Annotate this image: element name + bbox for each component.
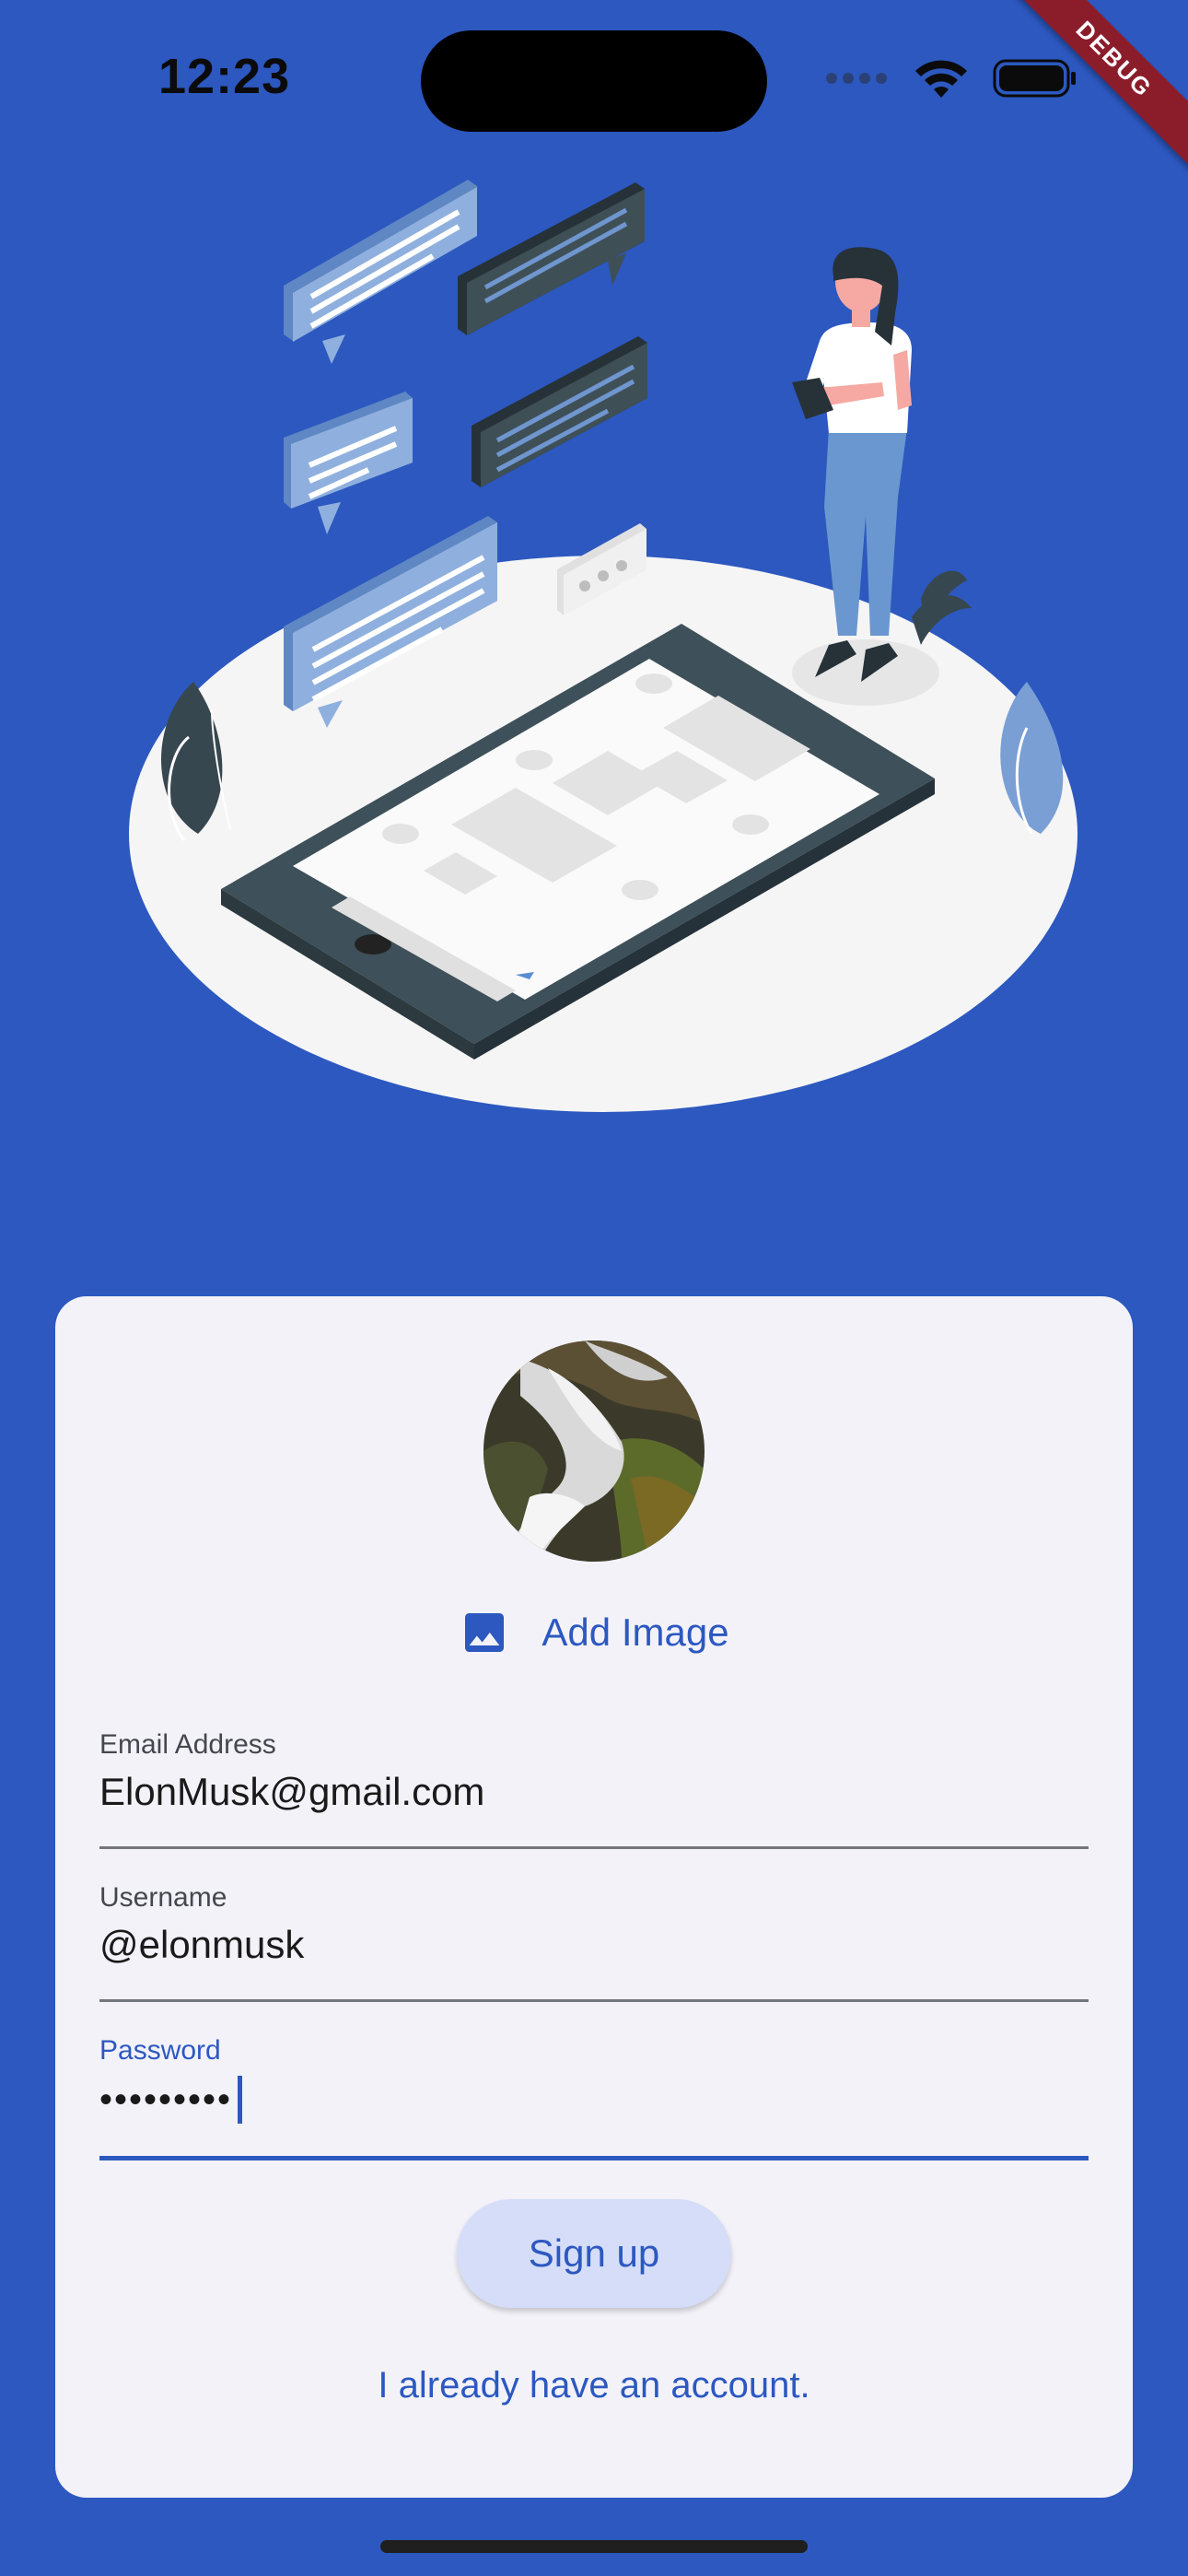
add-image-label: Add Image (542, 1610, 729, 1654)
chat-bubble-top-right (458, 182, 645, 335)
wifi-icon (915, 60, 967, 98)
text-cursor (238, 2076, 243, 2124)
chat-bubble-middle-right (472, 336, 647, 487)
signup-card: Add Image Email Address ElonMusk@gmail.c… (55, 1296, 1133, 2498)
status-time: 12:23 (158, 49, 291, 104)
email-value[interactable]: ElonMusk@gmail.com (99, 1770, 1089, 1814)
signup-button[interactable]: Sign up (457, 2199, 731, 2308)
dynamic-island (421, 30, 767, 132)
email-underline (99, 1846, 1089, 1849)
signal-dots-icon (826, 73, 887, 84)
password-input[interactable]: ••••••••• (99, 2076, 1089, 2124)
home-indicator[interactable] (380, 2540, 808, 2553)
username-label: Username (99, 1882, 227, 1913)
password-field[interactable]: Password ••••••••• (99, 2035, 1089, 2160)
username-underline (99, 1999, 1089, 2002)
password-label: Password (99, 2035, 221, 2066)
username-value[interactable]: @elonmusk (99, 1923, 1089, 1967)
avatar-waterfall-image (483, 1341, 705, 1562)
chat-bubble-middle-left (284, 392, 413, 534)
password-underline (99, 2156, 1089, 2160)
username-field[interactable]: Username @elonmusk (99, 1882, 1089, 2002)
battery-icon (993, 59, 1076, 98)
login-link[interactable]: I already have an account. (55, 2365, 1133, 2406)
profile-avatar[interactable] (483, 1341, 705, 1562)
email-label: Email Address (99, 1729, 276, 1760)
chat-bubble-top-left (284, 180, 477, 364)
status-icons (825, 57, 1077, 100)
image-icon (465, 1613, 505, 1652)
status-bar: 12:23 DEBUG (0, 0, 1188, 173)
email-field[interactable]: Email Address ElonMusk@gmail.com (99, 1729, 1089, 1849)
password-value: ••••••••• (99, 2078, 233, 2120)
add-image-button[interactable]: Add Image (55, 1600, 1133, 1665)
chat-illustration (129, 180, 1077, 1112)
